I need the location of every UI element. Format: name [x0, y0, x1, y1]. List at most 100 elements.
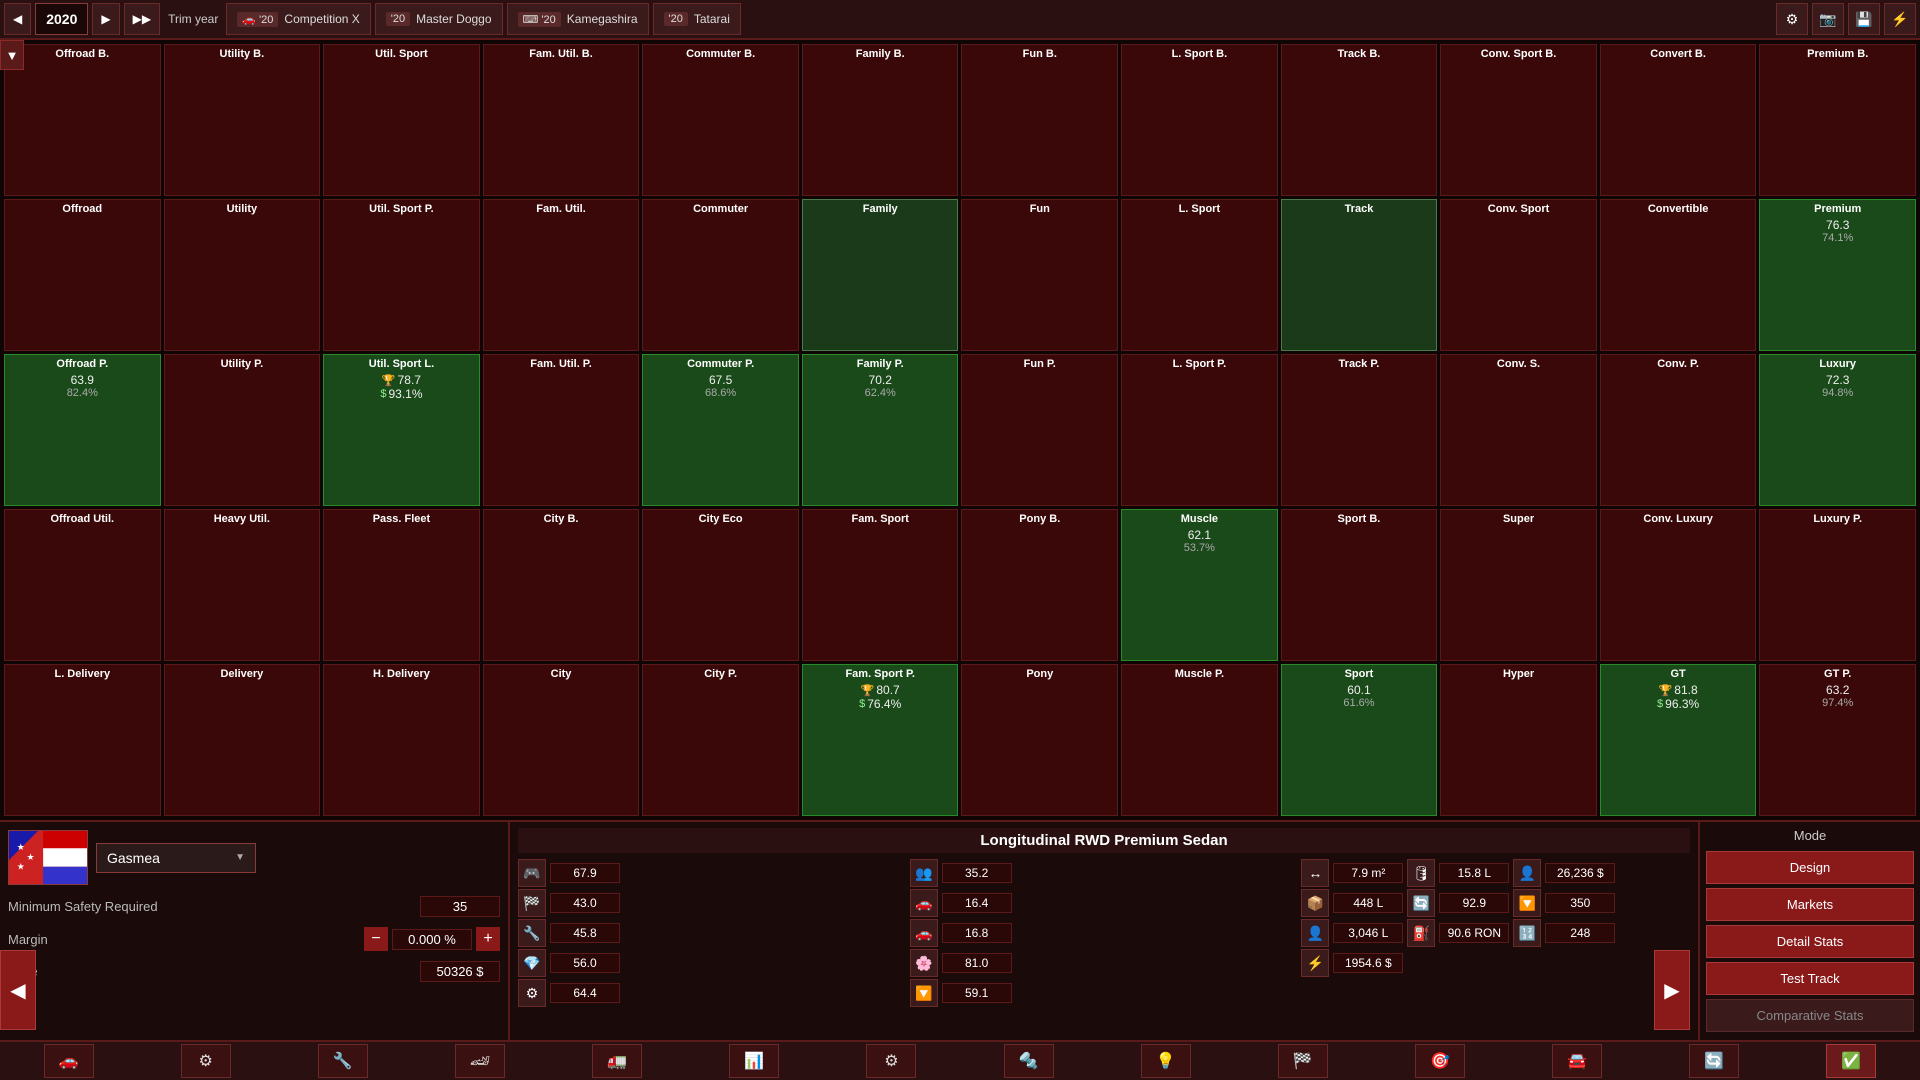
market-cell[interactable]: Pony	[961, 664, 1118, 816]
market-cell[interactable]: Pass. Fleet	[323, 509, 480, 661]
market-cell[interactable]: GT🏆81.8$96.3%	[1600, 664, 1757, 816]
market-cell[interactable]: Util. Sport P.	[323, 199, 480, 351]
nav-gear[interactable]: ⚙	[866, 1044, 916, 1078]
market-cell[interactable]: Convertible	[1600, 199, 1757, 351]
camera-icon[interactable]: 📷	[1812, 3, 1844, 35]
market-cell[interactable]: Sport B.	[1281, 509, 1438, 661]
test-track-btn[interactable]: Test Track	[1706, 962, 1914, 995]
market-cell[interactable]: Fun P.	[961, 354, 1118, 506]
market-cell[interactable]: Family	[802, 199, 959, 351]
save-icon[interactable]: 💾	[1848, 3, 1880, 35]
market-cell[interactable]: Luxury72.394.8%	[1759, 354, 1916, 506]
fast-forward-btn[interactable]: ▶▶	[124, 3, 160, 35]
nav-target[interactable]: 🎯	[1415, 1044, 1465, 1078]
market-cell[interactable]: Fam. Sport	[802, 509, 959, 661]
market-cell[interactable]: Conv. Sport	[1440, 199, 1597, 351]
market-cell[interactable]: Super	[1440, 509, 1597, 661]
nav-arrow-right[interactable]: ▶	[1654, 950, 1690, 1030]
country-select[interactable]: Gasmea ▼	[96, 843, 256, 873]
market-cell[interactable]: Offroad	[4, 199, 161, 351]
year-display: 2020	[35, 3, 88, 35]
market-cell[interactable]: Conv. Luxury	[1600, 509, 1757, 661]
market-cell[interactable]: Commuter P.67.568.6%	[642, 354, 799, 506]
market-cell[interactable]: Offroad B.	[4, 44, 161, 196]
market-cell[interactable]: Family P.70.262.4%	[802, 354, 959, 506]
market-cell[interactable]: Offroad Util.	[4, 509, 161, 661]
nav-bulb[interactable]: 💡	[1141, 1044, 1191, 1078]
market-cell[interactable]: Fun B.	[961, 44, 1118, 196]
car-slot-4[interactable]: '20 Tatarai	[653, 3, 741, 35]
market-cell[interactable]: Utility P.	[164, 354, 321, 506]
nav-arrow-left[interactable]: ◀	[0, 950, 36, 1030]
market-cell[interactable]: City P.	[642, 664, 799, 816]
market-cell[interactable]: Convert B.	[1600, 44, 1757, 196]
market-cell[interactable]: City	[483, 664, 640, 816]
stat-val-steering: 67.9	[550, 863, 620, 883]
detail-stats-btn[interactable]: Detail Stats	[1706, 925, 1914, 958]
market-cell[interactable]: Commuter	[642, 199, 799, 351]
market-cell[interactable]: Fam. Sport P.🏆80.7$76.4%	[802, 664, 959, 816]
markets-btn[interactable]: Markets	[1706, 888, 1914, 921]
market-cell[interactable]: Luxury P.	[1759, 509, 1916, 661]
market-cell[interactable]: Conv. P.	[1600, 354, 1757, 506]
market-cell[interactable]: L. Delivery	[4, 664, 161, 816]
nav-car[interactable]: 🚗	[44, 1044, 94, 1078]
market-cell[interactable]: Delivery	[164, 664, 321, 816]
nav-race[interactable]: 🏁	[1278, 1044, 1328, 1078]
nav-cycle[interactable]: 🔄	[1689, 1044, 1739, 1078]
nav-chart[interactable]: 📊	[729, 1044, 779, 1078]
next-year-btn[interactable]: ▶	[92, 3, 119, 35]
market-cell[interactable]: Fun	[961, 199, 1118, 351]
market-cell[interactable]: City B.	[483, 509, 640, 661]
market-cell[interactable]: Muscle P.	[1121, 664, 1278, 816]
market-cell[interactable]: Premium76.374.1%	[1759, 199, 1916, 351]
market-cell[interactable]: Sport60.161.6%	[1281, 664, 1438, 816]
stat-val-size: 7.9 m²	[1333, 863, 1403, 883]
nav-truck[interactable]: 🚛	[592, 1044, 642, 1078]
market-cell[interactable]: H. Delivery	[323, 664, 480, 816]
car-slot-1[interactable]: 🚗 '20 Competition X	[226, 3, 370, 35]
market-cell[interactable]: Conv. S.	[1440, 354, 1597, 506]
market-cell[interactable]: Muscle62.153.7%	[1121, 509, 1278, 661]
nav-parts[interactable]: 🔩	[1004, 1044, 1054, 1078]
nav-tools[interactable]: 🔧	[318, 1044, 368, 1078]
market-cell[interactable]: Track B.	[1281, 44, 1438, 196]
power-icon[interactable]: ⚡	[1884, 3, 1916, 35]
car-slot-2[interactable]: '20 Master Doggo	[375, 3, 503, 35]
car-slot-3[interactable]: ⌨ '20 Kamegashira	[507, 3, 649, 35]
margin-minus-btn[interactable]: −	[364, 927, 388, 951]
market-cell[interactable]: Utility	[164, 199, 321, 351]
market-cell[interactable]: Fam. Util. P.	[483, 354, 640, 506]
market-cell[interactable]: Heavy Util.	[164, 509, 321, 661]
market-cell[interactable]: Fam. Util.	[483, 199, 640, 351]
market-cell[interactable]: Util. Sport	[323, 44, 480, 196]
scroll-btn[interactable]: ▼	[0, 40, 24, 70]
comparative-stats-btn[interactable]: Comparative Stats	[1706, 999, 1914, 1032]
market-cell[interactable]: Pony B.	[961, 509, 1118, 661]
nav-engine[interactable]: ⚙	[181, 1044, 231, 1078]
market-cell[interactable]: GT P.63.297.4%	[1759, 664, 1916, 816]
design-btn[interactable]: Design	[1706, 851, 1914, 884]
market-cell[interactable]: Conv. Sport B.	[1440, 44, 1597, 196]
market-cell[interactable]: Commuter B.	[642, 44, 799, 196]
settings-icon[interactable]: ⚙	[1776, 3, 1808, 35]
market-cell[interactable]: Utility B.	[164, 44, 321, 196]
market-cell[interactable]: Family B.	[802, 44, 959, 196]
cell-title: Utility	[227, 203, 258, 216]
market-cell[interactable]: Offroad P.63.982.4%	[4, 354, 161, 506]
nav-check[interactable]: ✅	[1826, 1044, 1876, 1078]
market-cell[interactable]: Hyper	[1440, 664, 1597, 816]
market-cell[interactable]: Premium B.	[1759, 44, 1916, 196]
market-cell[interactable]: Track	[1281, 199, 1438, 351]
market-cell[interactable]: Track P.	[1281, 354, 1438, 506]
prev-year-btn[interactable]: ◀	[4, 3, 31, 35]
nav-sedan[interactable]: 🚘	[1552, 1044, 1602, 1078]
market-cell[interactable]: L. Sport B.	[1121, 44, 1278, 196]
nav-sport[interactable]: 🏎	[455, 1044, 505, 1078]
market-cell[interactable]: L. Sport	[1121, 199, 1278, 351]
market-cell[interactable]: Fam. Util. B.	[483, 44, 640, 196]
margin-plus-btn[interactable]: +	[476, 927, 500, 951]
market-cell[interactable]: City Eco	[642, 509, 799, 661]
market-cell[interactable]: Util. Sport L.🏆78.7$93.1%	[323, 354, 480, 506]
market-cell[interactable]: L. Sport P.	[1121, 354, 1278, 506]
